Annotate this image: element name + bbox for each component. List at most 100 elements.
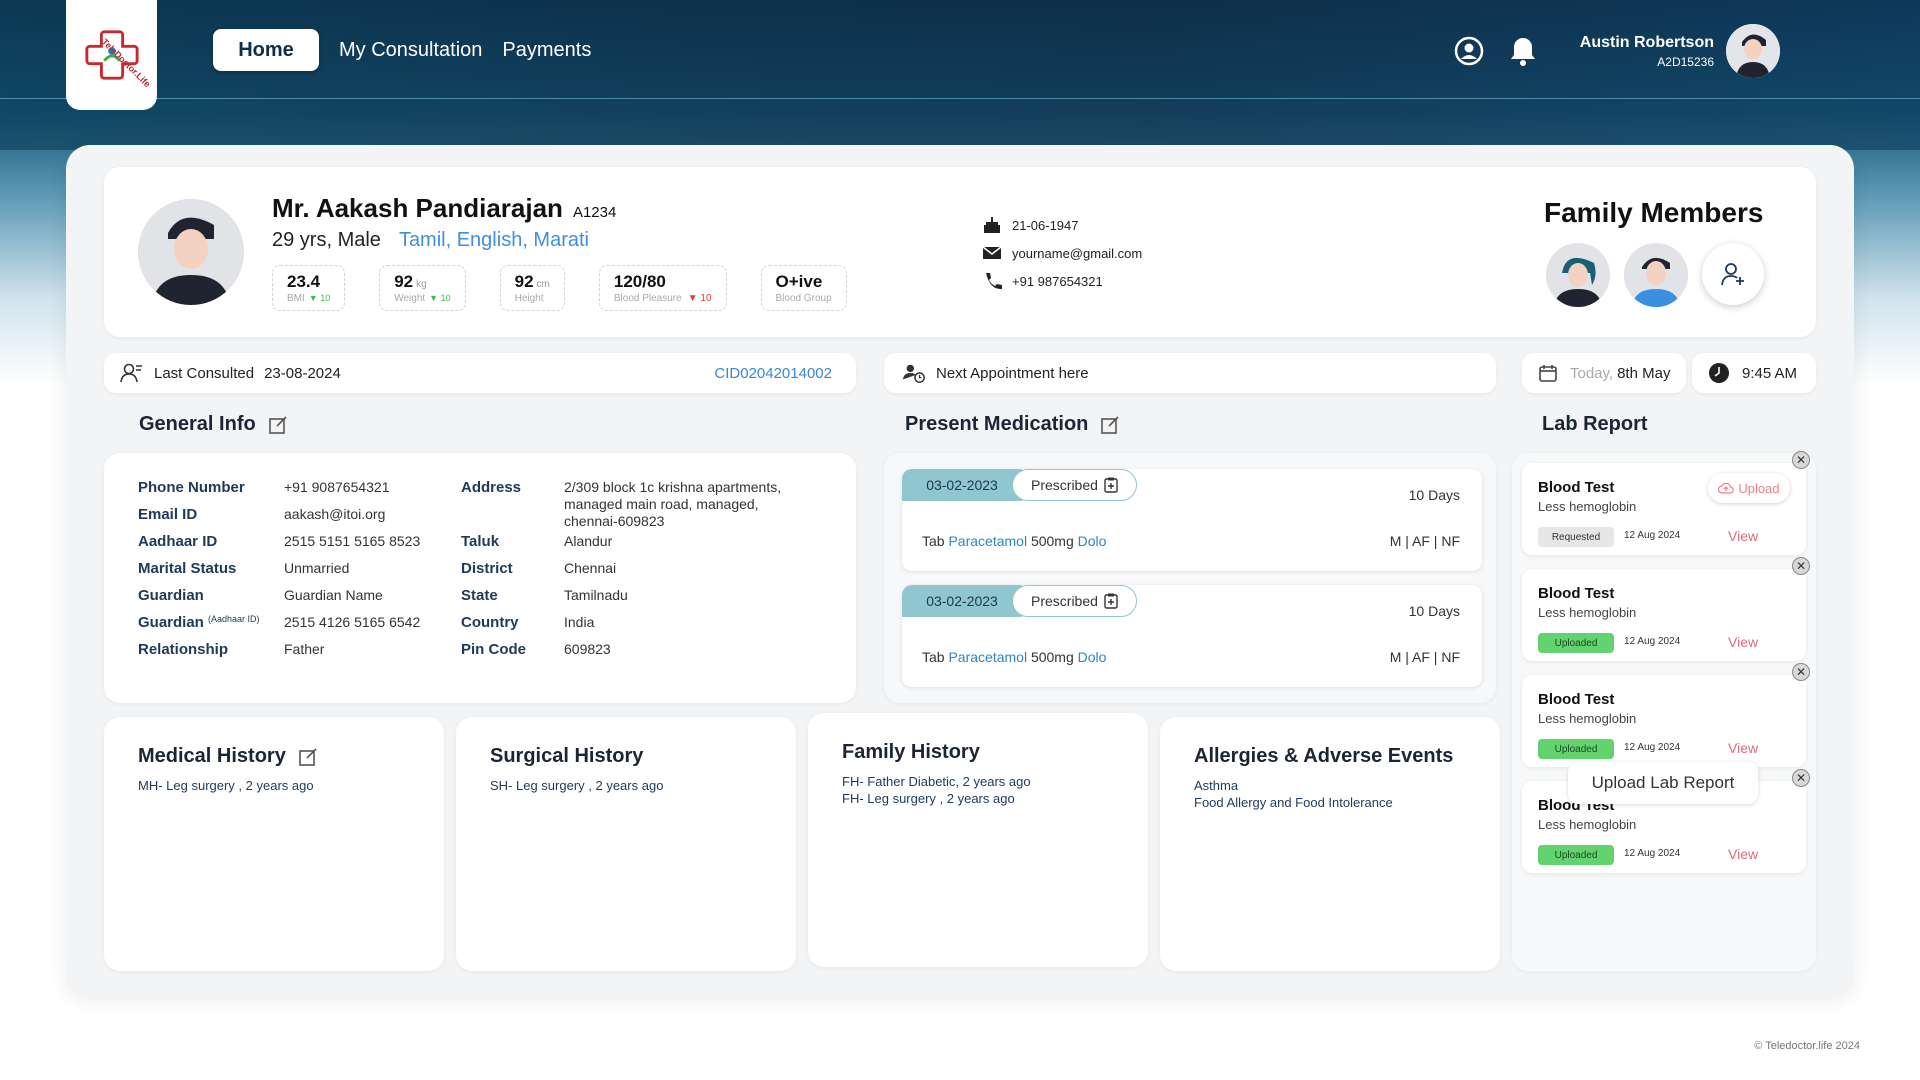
nav-my-consultation[interactable]: My Consultation (339, 39, 482, 62)
medical-history-heading: Medical History (138, 745, 318, 768)
bell-icon[interactable] (1506, 34, 1540, 68)
stat-value: 120/80 (613, 272, 666, 291)
stat-height: 92 cm Height (499, 265, 565, 311)
trend-down-icon: ▼ 10 (687, 293, 712, 304)
nav-payments[interactable]: Payments (502, 39, 591, 62)
medication-card[interactable]: 03-02-2023 Prescribed 10 Days Tab Parace… (902, 585, 1482, 687)
general-info-title: General Info (139, 413, 256, 435)
logo[interactable]: TeleDoctor.Life (66, 0, 157, 110)
copyright-footer: © Teledoctor.life 2024 (1754, 1040, 1860, 1052)
prescribed-tag[interactable]: Prescribed (1012, 585, 1137, 617)
field-label: Address (461, 479, 522, 496)
next-appointment-bar[interactable]: Next Appointment here (884, 353, 1496, 393)
trend-up-icon: ▼ 10 (429, 293, 451, 303)
today-date-bar: Today, 8th May (1522, 353, 1686, 393)
lab-test-date: 12 Aug 2024 (1624, 848, 1681, 859)
view-link[interactable]: View (1728, 846, 1758, 862)
medication-duration: 10 Days (1408, 487, 1460, 503)
user-avatar[interactable] (1726, 24, 1780, 78)
medication-description: Tab Paracetamol 500mg Dolo (922, 649, 1106, 665)
medication-header: 03-02-2023 Prescribed (902, 585, 1137, 617)
prescribed-tag[interactable]: Prescribed (1012, 469, 1137, 501)
stat-weight: 92 kg Weight ▼ 10 (379, 265, 466, 311)
next-appointment-text: Next Appointment here (936, 364, 1089, 382)
status-badge: Requested (1538, 527, 1614, 547)
patient-profile: Mr. Aakash Pandiarajan A1234 29 yrs, Male… (104, 167, 1816, 337)
lab-report-card[interactable]: Blood Test Less hemoglobin Uploaded 12 A… (1522, 663, 1810, 767)
current-time-bar: 9:45 AM (1692, 353, 1816, 393)
lab-test-title: Blood Test (1538, 479, 1615, 496)
lab-report-card[interactable]: Blood Test Less hemoglobin Uploaded 12 A… (1522, 557, 1810, 661)
edit-icon[interactable] (268, 415, 288, 435)
consultation-id-link[interactable]: CID02042014002 (714, 365, 832, 382)
general-info-heading: General Info (139, 413, 288, 436)
field-value: 2515 5151 5165 8523 (284, 533, 421, 549)
field-value: 609823 (564, 641, 611, 657)
edit-icon[interactable] (1100, 415, 1120, 435)
family-members-list (1546, 243, 1764, 307)
surgical-history-entries: SH- Leg surgery , 2 years ago (490, 777, 663, 794)
lab-test-title: Blood Test (1538, 585, 1615, 602)
nav-home[interactable]: Home (213, 29, 319, 71)
medical-history-card: Medical History MH- Leg surgery , 2 year… (104, 717, 444, 971)
field-label: District (461, 560, 513, 577)
medication-form: Tab (922, 533, 945, 549)
close-icon[interactable]: ✕ (1792, 557, 1810, 575)
family-history-entries: FH- Father Diabetic, 2 years ago FH- Leg… (842, 773, 1031, 807)
upload-lab-report-button[interactable]: Upload Lab Report (1568, 762, 1758, 804)
history-entry: FH- Leg surgery , 2 years ago (842, 791, 1015, 806)
medication-drug: Paracetamol (948, 649, 1028, 665)
phone-text[interactable]: +91 987654321 (1012, 274, 1103, 289)
field-label: Pin Code (461, 641, 527, 658)
stat-trend: 10 (440, 293, 451, 303)
general-info-keys-right: Address Taluk District State Country Pin… (461, 479, 551, 668)
field-value: Guardian Name (284, 587, 383, 603)
family-member-avatar[interactable] (1624, 243, 1688, 307)
lab-test-result: Less hemoglobin (1538, 817, 1637, 832)
lab-report-card[interactable]: Blood Test Less hemoglobin Requested 12 … (1522, 451, 1810, 555)
lab-report-heading: Lab Report (1542, 413, 1648, 436)
family-member-avatar[interactable] (1546, 243, 1610, 307)
medication-card[interactable]: 03-02-2023 Prescribed 10 Days Tab Parace… (902, 469, 1482, 571)
close-icon[interactable]: ✕ (1792, 769, 1810, 787)
medication-brand: Dolo (1077, 649, 1107, 665)
user-info[interactable]: Austin Robertson A2D15236 (1580, 34, 1714, 69)
add-family-member-button[interactable] (1702, 243, 1764, 305)
stat-label: Weight (394, 293, 426, 304)
phone-row: +91 987654321 (982, 267, 1142, 295)
view-link[interactable]: View (1728, 528, 1758, 544)
field-value: 2515 4126 5165 6542 (284, 614, 421, 630)
patient-age-gender: 29 yrs, Male Tamil, English, Marati (272, 229, 589, 252)
surgical-history-card: Surgical History SH- Leg surgery , 2 yea… (456, 717, 796, 971)
view-link[interactable]: View (1728, 634, 1758, 650)
header-divider (0, 98, 1920, 99)
stat-trend: 10 (700, 293, 712, 304)
field-label-note: (Aadhaar ID) (208, 614, 260, 624)
view-link[interactable]: View (1728, 740, 1758, 756)
general-info-keys-left: Phone Number Email ID Aadhaar ID Marital… (138, 479, 288, 668)
stat-blood-pressure: 120/80 Blood Pleasure ▼ 10 (598, 265, 727, 311)
email-row: yourname@gmail.com (982, 239, 1142, 267)
lab-test-date: 12 Aug 2024 (1624, 530, 1681, 541)
history-entry: MH- Leg surgery , 2 years ago (138, 778, 314, 793)
upload-button[interactable]: Upload (1708, 473, 1790, 503)
history-entry: SH- Leg surgery , 2 years ago (490, 778, 664, 793)
medication-description: Tab Paracetamol 500mg Dolo (922, 533, 1106, 549)
main-nav: Home My Consultation Payments (213, 29, 591, 71)
user-circle-icon[interactable] (1452, 34, 1486, 68)
surgical-history-title: Surgical History (490, 745, 644, 767)
email-text[interactable]: yourname@gmail.com (1012, 246, 1142, 261)
lab-report-panel: Blood Test Less hemoglobin Requested 12 … (1512, 451, 1816, 971)
close-icon[interactable]: ✕ (1792, 451, 1810, 469)
last-consulted-label: Last Consulted (154, 364, 255, 382)
medication-form: Tab (922, 649, 945, 665)
today-date: 8th May (1617, 364, 1671, 382)
general-info-values-right: 2/309 block 1c krishna apartments, manag… (564, 479, 824, 668)
address-value: 2/309 block 1c krishna apartments, manag… (564, 479, 824, 533)
lab-test-date: 12 Aug 2024 (1624, 742, 1681, 753)
edit-icon[interactable] (298, 747, 318, 767)
close-icon[interactable]: ✕ (1792, 663, 1810, 681)
medication-duration: 10 Days (1408, 603, 1460, 619)
patient-languages: Tamil, English, Marati (398, 229, 589, 251)
last-consulted-date: 23-08-2024 (264, 364, 341, 382)
